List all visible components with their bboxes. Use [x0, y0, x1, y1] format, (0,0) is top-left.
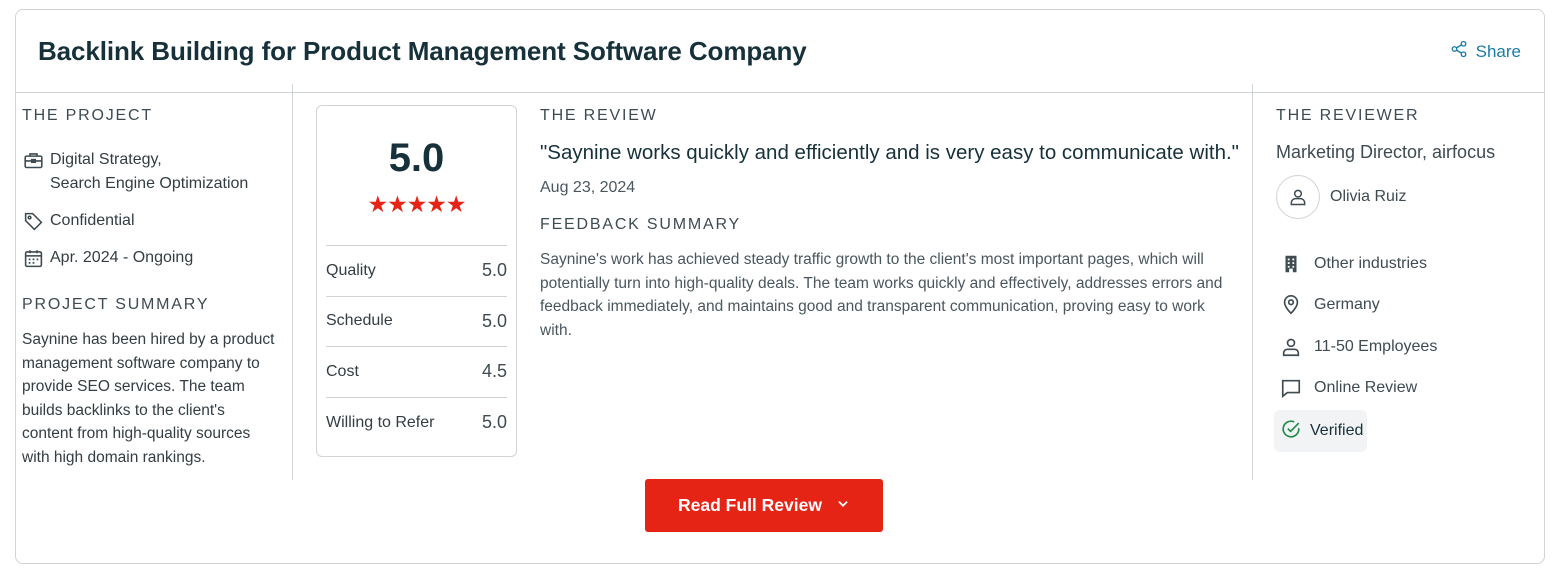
star-rating: ★★★★★ [317, 191, 516, 218]
project-dates: Apr. 2024 - Ongoing [22, 246, 193, 270]
star-icon: ★ [387, 191, 408, 217]
project-services: Digital Strategy, Search Engine Optimiza… [22, 148, 248, 196]
score-value: 5.0 [481, 412, 507, 433]
service-item: Search Engine Optimization [50, 175, 249, 192]
chevron-down-icon [836, 495, 850, 516]
verified-badge: Verified [1274, 410, 1367, 452]
column-divider [1252, 84, 1253, 480]
star-icon: ★ [445, 191, 467, 217]
score-row-cost: Cost 4.5 [326, 346, 507, 397]
reviewer-section-label: THE REVIEWER [1276, 107, 1420, 124]
avatar [1276, 175, 1320, 219]
score-value: 5.0 [481, 310, 507, 331]
review-type-text: Online Review [1314, 379, 1418, 396]
project-summary-label: PROJECT SUMMARY [22, 296, 210, 313]
service-item: Digital Strategy, [50, 151, 162, 168]
score-label: Willing to Refer [326, 413, 435, 431]
location-pin-icon [1280, 294, 1302, 316]
score-label: Cost [326, 362, 359, 380]
reviewer-company-size: 11-50 Employees [1280, 336, 1437, 358]
project-section-label: THE PROJECT [22, 107, 153, 124]
column-divider [292, 84, 293, 480]
feedback-summary-label: FEEDBACK SUMMARY [540, 216, 741, 233]
review-date: Aug 23, 2024 [540, 179, 636, 196]
feedback-summary-text: Saynine's work has achieved steady traff… [540, 251, 1223, 339]
reviewer-review-type: Online Review [1280, 377, 1417, 399]
building-icon [1280, 253, 1302, 275]
review-section-label: THE REVIEW [540, 107, 658, 124]
score-label: Schedule [326, 312, 393, 330]
project-budget: Confidential [22, 209, 135, 233]
verified-text: Verified [1310, 422, 1364, 439]
industry-text: Other industries [1314, 255, 1427, 272]
review-title: Backlink Building for Product Management… [38, 36, 807, 66]
budget-text: Confidential [50, 212, 135, 229]
score-row-quality: Quality 5.0 [326, 245, 507, 296]
rating-box: 5.0 ★★★★★ Quality 5.0 Schedule 5.0 Cost … [316, 105, 517, 457]
share-label: Share [1475, 41, 1521, 61]
review-quote: "Saynine works quickly and efficiently a… [540, 141, 1239, 164]
calendar-icon [22, 246, 44, 270]
project-summary-text: Saynine has been hired by a product mana… [22, 331, 275, 466]
company-size-text: 11-50 Employees [1314, 338, 1438, 355]
star-icon: ★ [367, 191, 389, 217]
briefcase-icon [22, 148, 44, 172]
overall-rating: 5.0 [388, 136, 445, 180]
score-label: Quality [326, 261, 376, 279]
share-icon [1450, 40, 1468, 63]
user-icon [1290, 189, 1306, 206]
score-row-willing-to-refer: Willing to Refer 5.0 [326, 396, 507, 448]
dates-text: Apr. 2024 - Ongoing [50, 249, 194, 266]
score-list: Quality 5.0 Schedule 5.0 Cost 4.5 Willin… [326, 245, 507, 447]
read-full-review-label: Read Full Review [678, 495, 822, 515]
reviewer-title: Marketing Director, airfocus [1276, 142, 1496, 162]
location-text: Germany [1314, 296, 1380, 313]
score-value: 5.0 [481, 260, 507, 281]
score-row-schedule: Schedule 5.0 [326, 295, 507, 347]
star-icon: ★ [426, 191, 447, 217]
tag-icon [22, 209, 44, 233]
check-circle-icon [1280, 418, 1302, 445]
card-header: Backlink Building for Product Management… [16, 10, 1544, 93]
read-full-review-button[interactable]: Read Full Review [645, 479, 883, 532]
share-button[interactable]: Share [1450, 40, 1521, 63]
reviewer-industry: Other industries [1280, 253, 1427, 275]
reviewer-name: Olivia Ruiz [1330, 188, 1407, 205]
reviewer-person: Olivia Ruiz [1276, 175, 1406, 219]
chat-bubble-icon [1280, 377, 1302, 399]
reviewer-location: Germany [1280, 294, 1380, 316]
person-icon [1280, 336, 1302, 358]
score-value: 4.5 [481, 361, 507, 382]
star-icon: ★ [406, 191, 428, 217]
